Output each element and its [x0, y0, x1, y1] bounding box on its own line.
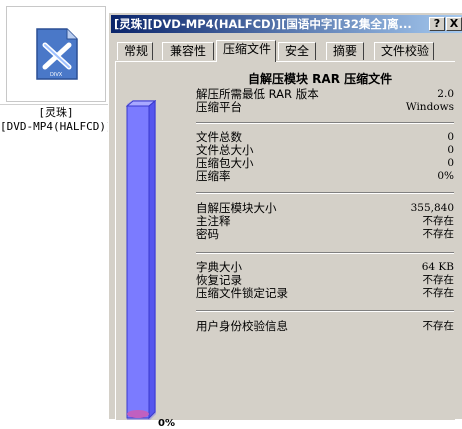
- row-value: 64 KB: [421, 261, 454, 273]
- tab-summary[interactable]: 摘要: [326, 42, 364, 60]
- ratio-bar-label: 0%: [158, 418, 175, 429]
- video-file-icon: DIVX: [36, 28, 78, 80]
- info-row-authenticity: 用户身份校验信息 不存在: [196, 320, 454, 333]
- info-row-comment: 主注释 不存在: [196, 215, 454, 228]
- row-label: 压缩率: [196, 169, 231, 183]
- info-row-sfx-size: 自解压模块大小 355,840: [196, 202, 454, 215]
- file-name-line1: [灵珠]: [38, 106, 74, 119]
- separator: [196, 122, 454, 124]
- svg-text:DIVX: DIVX: [50, 72, 63, 78]
- info-row-password: 密码 不存在: [196, 228, 454, 241]
- row-label: 压缩文件锁定记录: [196, 286, 288, 300]
- row-value: 不存在: [422, 228, 455, 240]
- tab-checksum[interactable]: 文件校验: [374, 42, 434, 60]
- separator: [196, 310, 454, 312]
- row-label: 密码: [196, 227, 219, 241]
- file-name-line2: [DVD-MP4(HALFCD)].: [0, 120, 120, 133]
- tab-general[interactable]: 常规: [117, 42, 153, 60]
- compression-ratio-bar: [126, 100, 156, 420]
- row-value: 0: [447, 157, 454, 169]
- info-row-platform: 压缩平台 Windows: [196, 101, 454, 114]
- row-value: 0: [447, 144, 454, 156]
- ratio-level-marker: [127, 410, 149, 418]
- row-value: Windows: [405, 101, 454, 113]
- info-row-ratio: 压缩率 0%: [196, 170, 454, 183]
- title-bar[interactable]: [灵珠][DVD-MP4(HALFCD)][国语中字][32集全]离... ? …: [111, 15, 462, 33]
- info-row-lock-record: 压缩文件锁定记录 不存在: [196, 287, 454, 300]
- row-value: 不存在: [422, 287, 455, 299]
- tab-security[interactable]: 安全: [278, 42, 316, 60]
- help-button[interactable]: ?: [429, 17, 445, 31]
- row-value: 355,840: [410, 202, 454, 214]
- info-row-archive-size: 压缩包大小 0: [196, 157, 454, 170]
- desktop-area: DIVX [灵珠] [DVD-MP4(HALFCD)].: [0, 0, 120, 419]
- row-label: 用户身份校验信息: [196, 319, 288, 333]
- row-value: 2.0: [437, 88, 454, 100]
- tab-archive[interactable]: 压缩文件: [216, 40, 276, 62]
- row-value: 不存在: [422, 274, 455, 286]
- properties-dialog: [灵珠][DVD-MP4(HALFCD)][国语中字][32集全]离... ? …: [108, 12, 462, 429]
- archive-tab-panel: 0% 自解压模块 RAR 压缩文件 解压所需最低 RAR 版本 2.0 压缩平台…: [115, 61, 455, 429]
- row-value: 不存在: [422, 215, 455, 227]
- row-value: 0: [447, 131, 454, 143]
- row-label: 压缩平台: [196, 100, 242, 114]
- archive-heading: 自解压模块 RAR 压缩文件: [248, 72, 393, 86]
- window-title: [灵珠][DVD-MP4(HALFCD)][国语中字][32集全]离...: [114, 17, 412, 31]
- file-thumbnail[interactable]: DIVX: [6, 6, 106, 102]
- row-value: 0%: [437, 170, 454, 182]
- separator: [196, 192, 454, 194]
- row-value: 不存在: [422, 320, 455, 332]
- tab-compatibility[interactable]: 兼容性: [162, 42, 214, 60]
- file-name-label[interactable]: [灵珠] [DVD-MP4(HALFCD)].: [0, 104, 120, 134]
- close-button[interactable]: X: [446, 17, 462, 31]
- separator: [196, 252, 454, 254]
